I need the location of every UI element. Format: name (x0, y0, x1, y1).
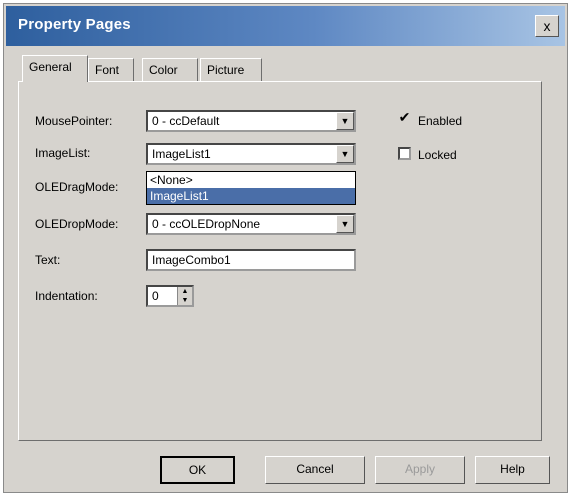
dialog-title: Property Pages (18, 16, 131, 33)
indentation-stepper[interactable]: 0 ▲ ▼ (146, 285, 194, 307)
image-list-label: ImageList: (35, 146, 91, 160)
tab-font[interactable]: Font (88, 58, 134, 81)
spinner-arrows-icon[interactable]: ▲ ▼ (177, 287, 192, 305)
mouse-pointer-combo[interactable]: 0 - ccDefault ▼ (146, 110, 356, 132)
ole-drop-mode-combo[interactable]: 0 - ccOLEDropNone ▼ (146, 213, 356, 235)
dropdown-option-none[interactable]: <None> (147, 172, 355, 188)
tab-general[interactable]: General (22, 55, 88, 82)
enabled-label: Enabled (418, 114, 463, 128)
checkmark-icon: ✔ (398, 109, 411, 125)
ole-drag-mode-label: OLEDragMode: (35, 180, 119, 194)
chevron-down-icon[interactable]: ▼ (336, 215, 354, 233)
tab-picture[interactable]: Picture (200, 58, 262, 81)
ole-drop-mode-value: 0 - ccOLEDropNone (152, 217, 261, 231)
dropdown-option-imagelist1[interactable]: ImageList1 (147, 188, 355, 204)
text-label: Text: (35, 253, 61, 267)
cancel-button[interactable]: Cancel (265, 456, 365, 484)
help-button[interactable]: Help (475, 456, 550, 484)
image-list-value: ImageList1 (152, 147, 211, 161)
image-list-dropdown[interactable]: <None> ImageList1 (146, 171, 356, 205)
text-value: ImageCombo1 (152, 253, 231, 267)
mouse-pointer-value: 0 - ccDefault (152, 114, 220, 128)
tab-color[interactable]: Color (142, 58, 198, 81)
indentation-label: Indentation: (35, 289, 98, 303)
ole-drop-mode-label: OLEDropMode: (35, 217, 119, 231)
locked-label: Locked (418, 148, 457, 162)
mouse-pointer-label: MousePointer: (35, 114, 113, 128)
text-field[interactable]: ImageCombo1 (146, 249, 356, 271)
indentation-value: 0 (152, 289, 159, 303)
enabled-checkbox[interactable]: ✔ (398, 110, 411, 126)
ok-button[interactable]: OK (160, 456, 235, 484)
close-icon: x (543, 18, 551, 34)
locked-checkbox[interactable] (398, 147, 411, 160)
chevron-down-icon[interactable]: ▼ (336, 145, 354, 163)
close-button[interactable]: x (535, 15, 559, 37)
apply-button[interactable]: Apply (375, 456, 465, 484)
title-bar[interactable]: Property Pages x (6, 6, 565, 46)
image-list-combo[interactable]: ImageList1 ▼ (146, 143, 356, 165)
chevron-down-icon[interactable]: ▼ (336, 112, 354, 130)
